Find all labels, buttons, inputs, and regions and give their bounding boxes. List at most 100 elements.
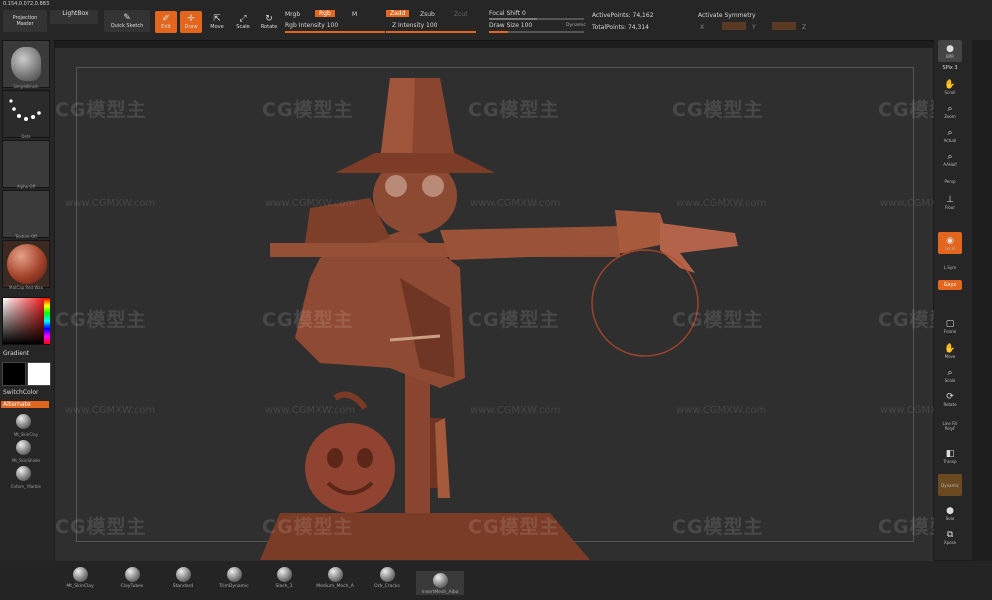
aahalf-label: AAHalf xyxy=(943,161,957,167)
local-button[interactable]: ◉ Local xyxy=(938,232,962,254)
zadd-toggle[interactable]: Zadd xyxy=(386,10,410,17)
watermark-logo: CG模型主 xyxy=(55,309,147,331)
brush-slot-6[interactable]: Medium_Mech_A xyxy=(315,567,355,589)
material-thumbnail[interactable] xyxy=(2,240,50,288)
mrgb-toggle[interactable]: Mrgb xyxy=(285,11,300,18)
brush-slot-4-label: TrimDynamic xyxy=(219,584,249,589)
dynamic-button[interactable]: Dynamic xyxy=(938,474,962,496)
frame-icon: ▢ xyxy=(945,318,955,329)
main-color-swatch[interactable] xyxy=(2,362,26,386)
lightbox-button[interactable]: LightBox xyxy=(50,10,98,24)
gradient-toggle[interactable]: Gradient xyxy=(3,350,29,357)
lsym-button[interactable]: L.Sym xyxy=(938,258,962,276)
floor-grid-icon: ⊥ xyxy=(946,194,954,205)
floor-label: Floor xyxy=(945,204,955,210)
rotate-view-label: Rotate xyxy=(943,401,957,407)
stroke-thumbnail-label: Dots xyxy=(21,134,31,139)
solo-button[interactable]: ● Solo xyxy=(938,502,962,524)
sym-z-toggle[interactable]: Z xyxy=(802,24,806,31)
brush-thumbnail[interactable] xyxy=(2,40,50,88)
rgb-intensity-slider[interactable] xyxy=(285,31,385,33)
linefill-button[interactable]: Line Fill PolyF xyxy=(938,415,962,437)
lsym-label: L.Sym xyxy=(943,264,957,270)
scale-label: Scale xyxy=(236,24,250,30)
stroke-thumbnail[interactable] xyxy=(2,90,50,138)
transp-button[interactable]: ◧ Transp xyxy=(938,445,962,467)
aahalf-button[interactable]: ⌕ AAHalf xyxy=(938,148,962,170)
polyf-label: PolyF xyxy=(944,426,956,431)
draw-size-fill xyxy=(489,31,508,33)
alpha-thumbnail[interactable] xyxy=(2,140,50,188)
gxyz-button[interactable]: Gxyz xyxy=(938,280,962,290)
local-pivot-icon: ◉ xyxy=(946,235,954,246)
actual-button[interactable]: ⌕ Actual xyxy=(938,124,962,146)
spix-label: SPix 3 xyxy=(942,65,958,71)
floor-button[interactable]: ⊥ Floor xyxy=(938,192,962,212)
brush-slot-1[interactable]: Mt_SkinClay xyxy=(60,567,100,589)
persp-button[interactable]: Persp xyxy=(938,172,962,190)
sym-y-toggle[interactable]: Y xyxy=(752,24,756,31)
brush-slot-3-label: Standard xyxy=(172,584,194,589)
brush-slot-2-label: ClayTubes xyxy=(120,584,144,589)
rotate-button[interactable]: ↻ Rotate xyxy=(258,11,280,33)
projection-master-button[interactable]: Projection Master xyxy=(3,10,47,32)
brush-icon xyxy=(432,573,448,588)
focal-shift-slider[interactable] xyxy=(489,18,584,20)
local-label: Local xyxy=(944,245,956,251)
watermark-logo: CG模型主 xyxy=(468,516,560,538)
brush-slot-8[interactable]: InsertMesh_Alba xyxy=(416,571,464,595)
watermark-url: www.CGMXW.com xyxy=(470,405,561,416)
zsub-toggle[interactable]: Zsub xyxy=(420,11,435,18)
bpr-button[interactable]: ● BPR xyxy=(938,40,962,62)
frame-label: Frame xyxy=(943,328,957,334)
move-view-button[interactable]: ✋ Move xyxy=(938,340,962,362)
scale-view-label: Scale xyxy=(944,377,956,383)
material-slot-2[interactable] xyxy=(16,440,31,457)
zoom-button[interactable]: ⌕ Zoom xyxy=(938,100,962,122)
switch-color-button[interactable]: SwitchColor xyxy=(3,389,39,396)
edit-button[interactable]: ✐ Edit xyxy=(155,11,177,33)
watermark-logo: CG模型主 xyxy=(262,99,354,121)
brush-slot-3[interactable]: Standard xyxy=(163,567,203,589)
secondary-color-swatch[interactable] xyxy=(27,362,51,386)
zcut-toggle[interactable]: Zcut xyxy=(454,11,468,18)
rotate-view-button[interactable]: ⟳ Rotate xyxy=(938,388,962,410)
rgb-toggle[interactable]: Rgb xyxy=(315,10,335,17)
sym-x-toggle[interactable]: X xyxy=(700,24,704,31)
brush-slot-2[interactable]: ClayTubes xyxy=(112,567,152,589)
draw-button[interactable]: ✛ Draw xyxy=(180,11,202,33)
brush-slot-7[interactable]: Orb_Cracks xyxy=(367,567,407,589)
activate-symmetry-button[interactable]: Activate Symmetry xyxy=(698,12,756,19)
alternate-button[interactable]: Alternate xyxy=(1,401,49,408)
dynamic-toggle[interactable]: Dynamic xyxy=(566,23,586,28)
brush-slot-6-label: Medium_Mech_A xyxy=(316,584,354,589)
material-slot-3[interactable] xyxy=(16,466,31,483)
hand-icon: ✋ xyxy=(944,79,956,90)
coordinate-readout: 0.154,0.072,0.883 xyxy=(3,1,50,7)
material-slot-1[interactable] xyxy=(16,414,31,431)
watermark-url: www.CGMXW.com xyxy=(470,198,561,209)
draw-size-slider[interactable] xyxy=(489,31,584,33)
spix-slider[interactable]: SPix 3 xyxy=(938,62,962,74)
move-button[interactable]: ⇱ Move xyxy=(206,11,228,33)
m-toggle[interactable]: M xyxy=(352,11,357,18)
right-tray-edge xyxy=(972,40,992,600)
frame-button[interactable]: ▢ Frame xyxy=(938,315,962,337)
material-thumbnail-label: MatCap Red Wax xyxy=(9,285,43,290)
xpose-button[interactable]: ⧉ Xpose xyxy=(938,526,962,548)
z-intensity-slider[interactable] xyxy=(386,31,476,33)
hue-strip[interactable] xyxy=(44,298,50,344)
watermark-logo: CG模型主 xyxy=(262,309,354,331)
brush-slot-5[interactable]: Slash_1 xyxy=(264,567,304,589)
scroll-button[interactable]: ✋ Scroll xyxy=(938,76,962,98)
aahalf-icon: ⌕ xyxy=(947,151,953,162)
brush-thumbnail-label: SimpleBrush xyxy=(13,84,39,89)
scale-view-button[interactable]: ⌕ Scale xyxy=(938,364,962,386)
texture-thumbnail[interactable] xyxy=(2,190,50,238)
brush-slot-4[interactable]: TrimDynamic xyxy=(214,567,254,589)
brush-icon xyxy=(124,567,140,582)
scale-button[interactable]: ⤢ Scale xyxy=(232,11,254,33)
color-picker[interactable] xyxy=(2,297,50,345)
solo-icon: ● xyxy=(946,505,954,516)
quick-sketch-button[interactable]: ✎ Quick Sketch xyxy=(104,10,150,32)
